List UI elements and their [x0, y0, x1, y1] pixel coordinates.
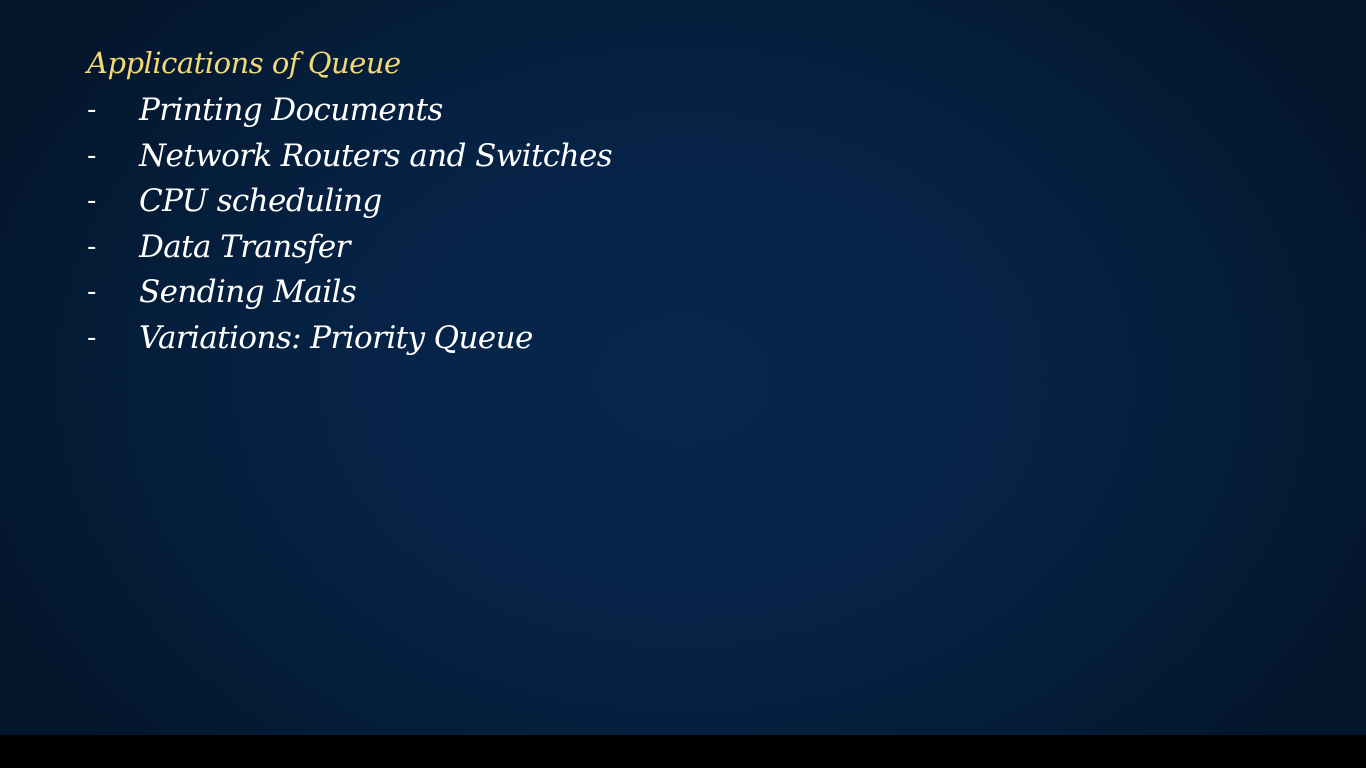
list-item-text: CPU scheduling — [139, 183, 382, 219]
bullet-dash: - — [87, 277, 97, 307]
slide-canvas: Applications of Queue - Printing Documen… — [0, 0, 1366, 735]
bullet-dash: - — [87, 140, 97, 171]
list-item-text: Printing Documents — [139, 92, 443, 128]
bullet-dash: - — [87, 95, 97, 125]
list-item-text: Data Transfer — [139, 228, 350, 265]
list-item-text: Network Routers and Switches — [139, 137, 613, 174]
letterbox-bar — [0, 735, 1366, 768]
slide-title: Applications of Queue — [87, 46, 401, 80]
list-item-text: Variations: Priority Queue — [139, 319, 533, 356]
bullet-dash: - — [87, 322, 97, 353]
list-item-text: Sending Mails — [139, 274, 357, 310]
bullet-dash: - — [87, 186, 97, 216]
bullet-dash: - — [87, 231, 97, 262]
